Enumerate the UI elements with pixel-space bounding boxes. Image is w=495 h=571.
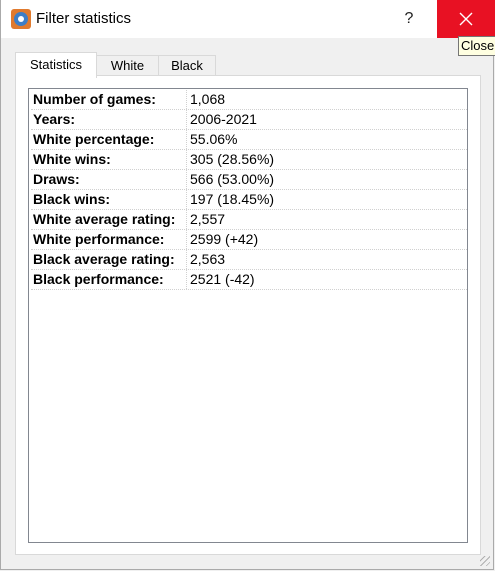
stat-row-white-performance: White performance: 2599 (+42) bbox=[31, 230, 467, 250]
stat-row-draws: Draws: 566 (53.00%) bbox=[31, 170, 467, 190]
title-bar: Filter statistics ? bbox=[1, 0, 495, 38]
column-separator bbox=[186, 150, 187, 169]
column-separator bbox=[186, 230, 187, 249]
stat-row-black-performance: Black performance: 2521 (-42) bbox=[31, 270, 467, 290]
tab-black[interactable]: Black bbox=[158, 55, 216, 77]
stat-value: 2006-2021 bbox=[190, 111, 257, 127]
stat-label: Black performance: bbox=[33, 271, 164, 287]
stat-label: Black average rating: bbox=[33, 251, 175, 267]
stat-value: 566 (53.00%) bbox=[190, 171, 275, 187]
stat-label: White wins: bbox=[33, 151, 111, 167]
window-title: Filter statistics bbox=[36, 10, 132, 27]
stat-value: 2,563 bbox=[190, 251, 226, 267]
stat-value: 55.06% bbox=[190, 131, 238, 147]
close-button[interactable] bbox=[437, 0, 495, 38]
stat-row-white-wins: White wins: 305 (28.56%) bbox=[31, 150, 467, 170]
tab-statistics[interactable]: Statistics bbox=[15, 52, 97, 78]
filter-statistics-dialog: Filter statistics ? Statistics White Bla… bbox=[0, 0, 495, 570]
stat-row-white-average-rating: White average rating: 2,557 bbox=[31, 210, 467, 230]
stat-value: 197 (18.45%) bbox=[190, 191, 275, 207]
close-icon bbox=[459, 12, 473, 26]
stat-value: 2521 (-42) bbox=[190, 271, 255, 287]
stat-value: 2599 (+42) bbox=[190, 231, 259, 247]
help-button[interactable]: ? bbox=[391, 0, 427, 38]
stat-value: 305 (28.56%) bbox=[190, 151, 275, 167]
app-icon bbox=[11, 9, 31, 29]
tab-white[interactable]: White bbox=[96, 55, 159, 77]
stat-row-black-average-rating: Black average rating: 2,563 bbox=[31, 250, 467, 270]
stat-row-number-of-games: Number of games: 1,068 bbox=[31, 90, 467, 110]
stat-value: 1,068 bbox=[190, 91, 226, 107]
stat-label: Draws: bbox=[33, 171, 80, 187]
stat-label: White average rating: bbox=[33, 211, 176, 227]
app-icon-dot bbox=[18, 16, 24, 22]
stat-value: 2,557 bbox=[190, 211, 226, 227]
column-separator bbox=[186, 90, 187, 109]
resize-grip[interactable] bbox=[480, 556, 490, 566]
stat-row-years: Years: 2006-2021 bbox=[31, 110, 467, 130]
stat-label: Number of games: bbox=[33, 91, 156, 107]
statistics-panel: Number of games: 1,068 Years: 2006-2021 … bbox=[15, 75, 481, 555]
column-separator bbox=[186, 210, 187, 229]
stat-label: White performance: bbox=[33, 231, 165, 247]
stat-row-white-percentage: White percentage: 55.06% bbox=[31, 130, 467, 150]
column-separator bbox=[186, 250, 187, 269]
close-tooltip: Close bbox=[458, 36, 495, 56]
column-separator bbox=[186, 270, 187, 289]
column-separator bbox=[186, 130, 187, 149]
column-separator bbox=[186, 170, 187, 189]
column-separator bbox=[186, 190, 187, 209]
stat-label: Black wins: bbox=[33, 191, 111, 207]
stat-label: White percentage: bbox=[33, 131, 155, 147]
statistics-table[interactable]: Number of games: 1,068 Years: 2006-2021 … bbox=[28, 88, 468, 543]
stat-label: Years: bbox=[33, 111, 76, 127]
column-separator bbox=[186, 110, 187, 129]
stat-row-black-wins: Black wins: 197 (18.45%) bbox=[31, 190, 467, 210]
